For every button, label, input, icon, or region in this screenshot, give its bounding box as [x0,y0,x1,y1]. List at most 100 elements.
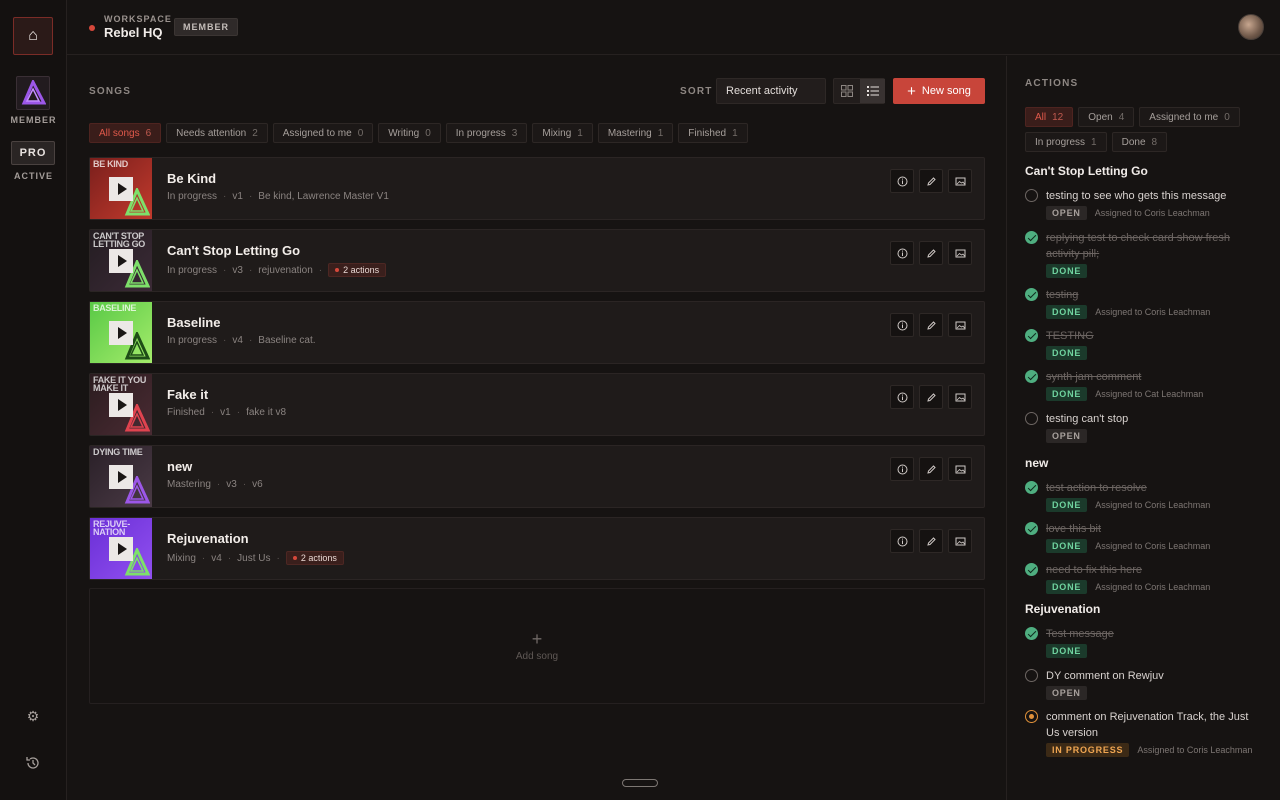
song-row[interactable]: BE KIND Be Kind In progress · v1 · Be kind, La… [89,157,985,220]
song-filter-chip[interactable]: Finished 1 [678,123,748,143]
play-button[interactable] [109,321,133,345]
action-filter-chip[interactable]: All 12 [1025,107,1074,127]
action-text[interactable]: TESTING [1046,328,1261,344]
song-row[interactable]: REJUVE-NATION Rejuvenation Mixing · v4 · Just … [89,517,985,580]
list-view-button[interactable] [860,79,885,103]
artwork-text: CAN'T STOP LETTING GO [93,231,145,249]
info-button[interactable] [890,169,914,193]
action-checkbox[interactable] [1025,563,1038,576]
edit-button[interactable] [919,313,943,337]
action-checkbox[interactable] [1025,370,1038,383]
grid-view-button[interactable] [834,79,859,103]
play-button[interactable] [109,537,133,561]
song-row[interactable]: FAKE IT YOU MAKE IT Fake it Finished · v1 · fa… [89,373,985,436]
artwork-button[interactable] [948,529,972,553]
action-text[interactable]: test action to resolve [1046,480,1261,496]
new-song-button[interactable]: + New song [893,78,985,104]
avatar[interactable] [1238,14,1264,40]
action-checkbox[interactable] [1025,189,1038,202]
song-filter-chip[interactable]: Writing 0 [378,123,441,143]
songs-panel: SONGS SORT Recent activity + New song Al… [67,56,1006,800]
action-text[interactable]: testing to see who gets this message [1046,188,1261,204]
status-badge: DONE [1046,539,1088,553]
song-title[interactable]: Fake it [167,387,208,402]
song-title[interactable]: new [167,459,192,474]
song-detail: v6 [252,479,263,490]
song-filter-chip[interactable]: All songs 6 [89,123,162,143]
actions-badge[interactable]: 2 actions [328,263,387,277]
row-actions [890,169,972,193]
action-checkbox[interactable] [1025,669,1038,682]
info-button[interactable] [890,241,914,265]
song-row[interactable]: BASELINE Baseline In progress · v4 · Baseline … [89,301,985,364]
workspace-logo[interactable] [16,76,50,110]
workspace-name[interactable]: Rebel HQ [104,25,163,40]
action-text[interactable]: testing [1046,287,1261,303]
play-button[interactable] [109,249,133,273]
action-checkbox[interactable] [1025,627,1038,640]
artwork-button[interactable] [948,169,972,193]
info-button[interactable] [890,385,914,409]
action-text[interactable]: love this bit [1046,521,1261,537]
info-button[interactable] [890,457,914,481]
song-filter-chip[interactable]: Mastering 1 [597,123,674,143]
action-checkbox[interactable] [1025,710,1038,723]
action-text[interactable]: synth jam comment [1046,369,1261,385]
add-song-label: Add song [515,651,559,662]
meta-separator: · [223,264,227,276]
action-filter-chip[interactable]: Assigned to me 0 [1139,107,1240,127]
song-row[interactable]: DYING TIME new Mastering · v3 · v6 [89,445,985,508]
pro-badge[interactable]: PRO [11,141,55,165]
action-filter-chip[interactable]: Open 4 [1078,107,1135,127]
action-text[interactable]: replying test to check card show fresh a… [1046,230,1261,262]
action-text[interactable]: Test message [1046,626,1261,642]
song-filter-chip[interactable]: Needs attention 2 [166,123,268,143]
action-text[interactable]: testing can't stop [1046,411,1261,427]
home-button[interactable]: ⌂ [13,17,53,55]
action-text[interactable]: comment on Rejuvenation Track, the Just … [1046,709,1261,741]
artwork-button[interactable] [948,241,972,265]
action-checkbox[interactable] [1025,522,1038,535]
song-title[interactable]: Be Kind [167,171,216,186]
action-checkbox[interactable] [1025,231,1038,244]
artwork-button[interactable] [948,385,972,409]
info-button[interactable] [890,313,914,337]
song-filter-chip[interactable]: In progress 3 [445,123,528,143]
grid-icon [840,85,853,97]
action-checkbox[interactable] [1025,481,1038,494]
settings-button[interactable]: ⚙ [22,705,44,727]
action-text[interactable]: DY comment on Rewjuv [1046,668,1261,684]
sort-select[interactable]: Recent activity [716,78,826,104]
artwork-button[interactable] [948,313,972,337]
action-text[interactable]: need to fix this here [1046,562,1261,578]
edit-button[interactable] [919,529,943,553]
chip-label: In progress [1035,136,1086,148]
song-artwork: REJUVE-NATION [90,518,152,579]
action-checkbox[interactable] [1025,329,1038,342]
add-song-button[interactable]: + Add song [89,588,985,704]
artwork-button[interactable] [948,457,972,481]
song-title[interactable]: Baseline [167,315,220,330]
history-button[interactable] [22,752,44,774]
edit-button[interactable] [919,169,943,193]
pencil-icon [926,536,936,546]
edit-button[interactable] [919,457,943,481]
action-checkbox[interactable] [1025,288,1038,301]
action-filter-chip[interactable]: In progress 1 [1025,132,1107,152]
action-checkbox[interactable] [1025,412,1038,425]
info-button[interactable] [890,529,914,553]
song-filter-chip[interactable]: Mixing 1 [532,123,593,143]
actions-badge[interactable]: 2 actions [285,551,344,565]
song-filter-chip[interactable]: Assigned to me 0 [272,123,374,143]
edit-button[interactable] [919,385,943,409]
song-artwork: DYING TIME [90,446,152,507]
song-title[interactable]: Can't Stop Letting Go [167,243,300,258]
play-button[interactable] [109,465,133,489]
edit-button[interactable] [919,241,943,265]
play-button[interactable] [109,177,133,201]
action-filter-chip[interactable]: Done 8 [1111,132,1168,152]
status-badge: DONE [1046,346,1088,360]
play-button[interactable] [109,393,133,417]
song-title[interactable]: Rejuvenation [167,531,249,546]
song-row[interactable]: CAN'T STOP LETTING GO Can't Stop Letting … [89,229,985,292]
